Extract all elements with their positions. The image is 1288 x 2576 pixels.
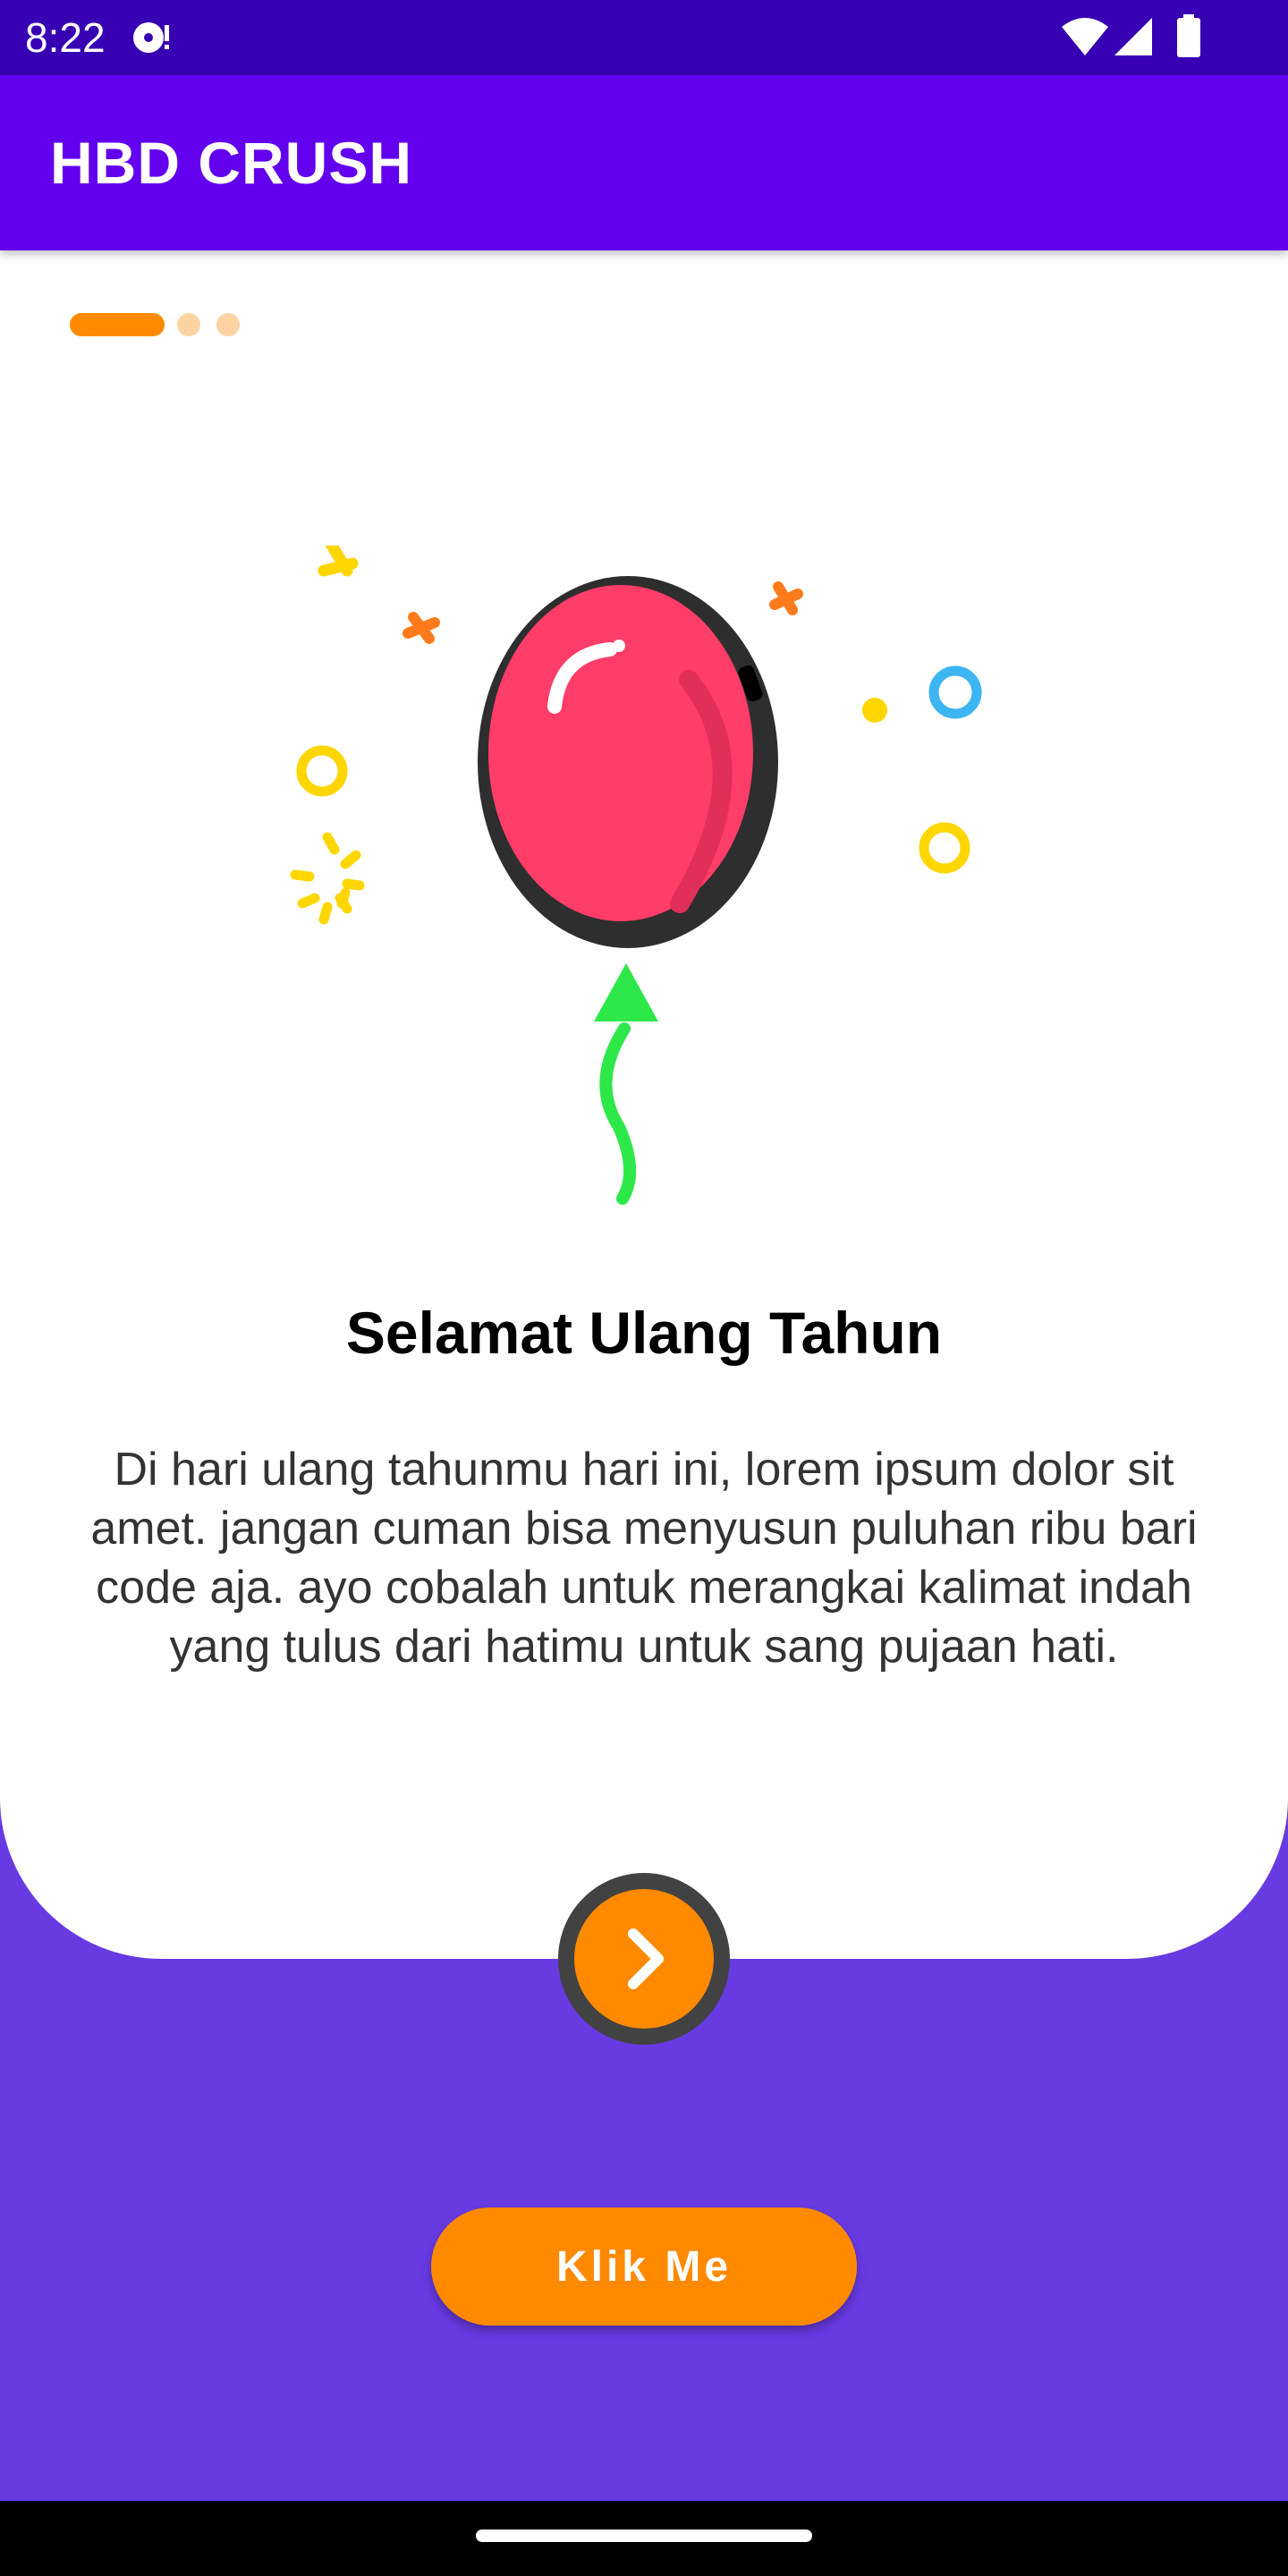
home-handle[interactable] <box>476 2529 812 2542</box>
cast-icon <box>131 18 172 62</box>
slide-title: Selamat Ulang Tahun <box>345 1300 943 1366</box>
slide-body: Di hari ulang tahunmu hari ini, lorem ip… <box>90 1444 1198 1673</box>
next-button[interactable] <box>558 1873 730 2045</box>
app-title: HBD CRUSH <box>50 130 412 196</box>
balloon-illustration <box>259 538 1029 1516</box>
onboarding-card: Selamat Ulang Tahun Di hari ulang tahunm… <box>0 250 1288 1959</box>
navigation-bar <box>0 2501 1288 2576</box>
page-dot <box>177 313 200 336</box>
app-bar: HBD CRUSH <box>0 75 1288 250</box>
status-time: 8:22 <box>25 14 106 61</box>
status-bar: 8:22 <box>0 0 1288 75</box>
page-dot <box>216 313 240 336</box>
page-dot-active <box>70 313 165 336</box>
chevron-right-icon <box>628 1928 664 1989</box>
signal-icon <box>1113 16 1154 62</box>
wifi-icon <box>1061 16 1109 62</box>
battery-icon <box>1175 14 1202 64</box>
klik-me-button[interactable]: Klik Me <box>431 2207 857 2326</box>
